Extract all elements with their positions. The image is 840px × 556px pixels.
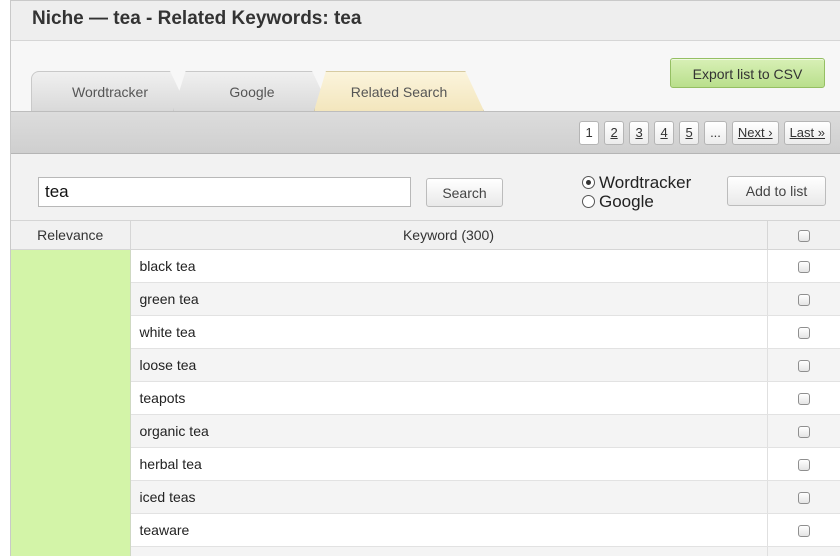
table-row: oolong bbox=[11, 546, 840, 556]
page-ellipsis: ... bbox=[704, 121, 727, 145]
select-all-checkbox[interactable] bbox=[798, 230, 810, 243]
tab-related-search[interactable]: Related Search bbox=[314, 71, 484, 111]
checkbox-cell bbox=[767, 513, 840, 547]
tab-area: Wordtracker Google Related Search Export… bbox=[11, 41, 840, 111]
checkbox-cell bbox=[767, 315, 840, 349]
tab-wordtracker[interactable]: Wordtracker bbox=[31, 71, 189, 111]
radio-selected-icon[interactable] bbox=[582, 176, 595, 189]
table-row: teaware bbox=[11, 513, 840, 547]
row-checkbox[interactable] bbox=[798, 260, 811, 273]
checkbox-cell bbox=[767, 447, 840, 481]
row-checkbox[interactable] bbox=[798, 293, 811, 306]
table-row: teapots bbox=[11, 381, 840, 415]
keyword-table: Relevance Keyword (300) black tea green … bbox=[11, 221, 840, 556]
row-checkbox[interactable] bbox=[798, 524, 811, 537]
table-row: herbal tea bbox=[11, 447, 840, 481]
page-5-button[interactable]: 5 bbox=[679, 121, 700, 145]
keyword-cell: teaware bbox=[130, 513, 768, 547]
relevance-bar bbox=[11, 249, 131, 556]
radio-google-label: Google bbox=[599, 191, 654, 211]
row-checkbox[interactable] bbox=[798, 425, 811, 438]
table-row: loose tea bbox=[11, 348, 840, 382]
page-2-button[interactable]: 2 bbox=[604, 121, 625, 145]
export-csv-button[interactable]: Export list to CSV bbox=[670, 58, 825, 88]
pagination: 1 2 3 4 5 ... Next › Last » bbox=[579, 121, 831, 145]
row-checkbox[interactable] bbox=[798, 458, 811, 471]
table-row: organic tea bbox=[11, 414, 840, 448]
page-1-button[interactable]: 1 bbox=[579, 121, 600, 145]
checkbox-cell bbox=[767, 546, 840, 556]
keyword-cell: black tea bbox=[130, 249, 768, 283]
keyword-cell: white tea bbox=[130, 315, 768, 349]
keyword-search-input[interactable] bbox=[38, 177, 411, 207]
keyword-cell: loose tea bbox=[130, 348, 768, 382]
keyword-cell: iced teas bbox=[130, 480, 768, 514]
search-button[interactable]: Search bbox=[426, 178, 503, 207]
checkbox-cell bbox=[767, 381, 840, 415]
source-radio-group: Wordtracker Google bbox=[582, 173, 691, 211]
table-header-row: Relevance Keyword (300) bbox=[11, 221, 840, 250]
keyword-cell: teapots bbox=[130, 381, 768, 415]
add-to-list-button[interactable]: Add to list bbox=[727, 176, 826, 206]
tab-google[interactable]: Google bbox=[173, 71, 331, 111]
source-tabs: Wordtracker Google Related Search bbox=[31, 71, 511, 111]
table-row: black tea bbox=[11, 249, 840, 556]
keyword-cell: green tea bbox=[130, 282, 768, 316]
checkbox-cell bbox=[767, 249, 840, 283]
radio-unselected-icon[interactable] bbox=[582, 195, 595, 208]
table-row: iced teas bbox=[11, 480, 840, 514]
app-frame: Niche — tea - Related Keywords: tea Word… bbox=[10, 0, 840, 556]
checkbox-cell bbox=[767, 480, 840, 514]
relevance-column-header[interactable]: Relevance bbox=[11, 221, 131, 250]
radio-wordtracker[interactable]: Wordtracker bbox=[582, 173, 691, 192]
pagination-bar: 1 2 3 4 5 ... Next › Last » bbox=[11, 111, 840, 154]
row-checkbox[interactable] bbox=[798, 326, 811, 339]
select-all-cell bbox=[767, 221, 840, 250]
last-page-button[interactable]: Last » bbox=[783, 121, 831, 145]
row-checkbox[interactable] bbox=[798, 491, 811, 504]
checkbox-cell bbox=[767, 282, 840, 316]
keyword-cell: oolong bbox=[130, 546, 768, 556]
table-row: white tea bbox=[11, 315, 840, 349]
page-title: Niche — tea - Related Keywords: tea bbox=[32, 8, 362, 29]
keyword-column-header[interactable]: Keyword (300) bbox=[130, 221, 768, 250]
radio-wordtracker-label: Wordtracker bbox=[599, 172, 692, 192]
checkbox-cell bbox=[767, 348, 840, 382]
keyword-cell: organic tea bbox=[130, 414, 768, 448]
search-row: Search Wordtracker Google Add to list bbox=[11, 154, 840, 221]
row-checkbox[interactable] bbox=[798, 359, 811, 372]
radio-google[interactable]: Google bbox=[582, 192, 691, 211]
table-row: green tea bbox=[11, 282, 840, 316]
title-bar: Niche — tea - Related Keywords: tea bbox=[11, 1, 840, 41]
page-4-button[interactable]: 4 bbox=[654, 121, 675, 145]
next-page-button[interactable]: Next › bbox=[731, 121, 779, 145]
page-3-button[interactable]: 3 bbox=[629, 121, 650, 145]
keyword-cell: herbal tea bbox=[130, 447, 768, 481]
checkbox-cell bbox=[767, 414, 840, 448]
row-checkbox[interactable] bbox=[798, 392, 811, 405]
